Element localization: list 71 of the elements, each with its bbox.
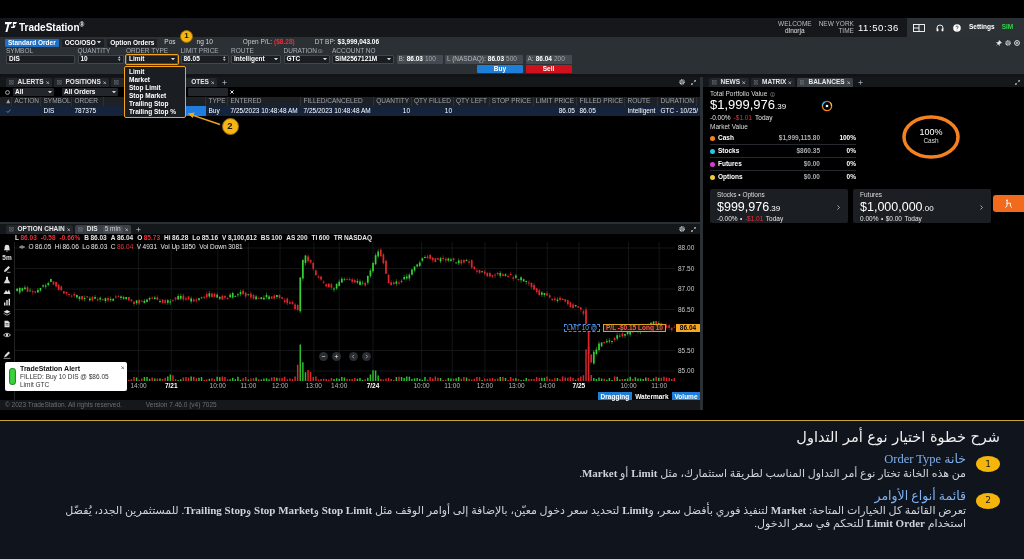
caret-icon[interactable]	[112, 90, 116, 94]
layers-icon[interactable]	[3, 308, 11, 317]
logo-text: TradeStation$^{®}$	[19, 21, 85, 34]
explanation-title: شرح خطوة اختيار نوع أمر التداول	[795, 429, 1000, 446]
zoom-out-button[interactable]	[319, 352, 328, 361]
caret-icon[interactable]	[322, 57, 327, 61]
bell-icon[interactable]	[3, 244, 11, 252]
settings-icon[interactable]	[1005, 39, 1011, 46]
triangle-icon[interactable]	[5, 99, 10, 104]
plus-icon[interactable]	[858, 79, 864, 85]
figure-icon	[1004, 199, 1013, 208]
scroll-left-button[interactable]	[349, 352, 358, 361]
spinner-icon[interactable]	[222, 56, 226, 62]
expand-icon[interactable]	[691, 79, 696, 85]
caret-icon[interactable]	[171, 57, 175, 61]
ring-percent: 100%	[919, 128, 943, 138]
bar-chart-icon[interactable]	[3, 297, 11, 306]
card-value: $999,976.39	[717, 200, 782, 215]
portfolio-value: $1,999,976.39	[710, 98, 787, 113]
step-heading: قائمة أنواع الأوامر	[873, 488, 966, 504]
pencil-icon[interactable]	[3, 264, 11, 273]
help-icon[interactable]	[953, 23, 961, 32]
ring-icon[interactable]	[5, 89, 10, 95]
indicator-icon	[9, 367, 16, 385]
grip-icon[interactable]	[114, 80, 119, 85]
minus-icon	[321, 354, 326, 359]
grip-icon[interactable]	[9, 80, 14, 85]
chevron-right-icon	[364, 354, 369, 359]
chevron-left-icon	[351, 354, 356, 359]
plus-icon	[334, 354, 339, 359]
search-field[interactable]	[188, 88, 228, 96]
ring-icon[interactable]	[1014, 39, 1020, 46]
caret-icon[interactable]	[387, 57, 391, 61]
clear-icon[interactable]	[230, 90, 234, 94]
caret-icon[interactable]	[97, 41, 102, 44]
pin-icon[interactable]	[996, 39, 1002, 46]
zoom-in-button[interactable]	[332, 352, 341, 361]
clock: 11:50:36	[857, 22, 899, 33]
settings-icon[interactable]	[679, 226, 685, 232]
expand-icon[interactable]	[691, 226, 696, 232]
caret-icon[interactable]	[48, 90, 52, 94]
headset-icon[interactable]	[936, 23, 944, 32]
grip-icon[interactable]	[78, 227, 83, 232]
chevron-icon[interactable]	[837, 205, 840, 210]
plus-icon[interactable]	[136, 226, 142, 232]
grip-icon[interactable]	[9, 227, 14, 232]
logo-icon	[5, 22, 17, 33]
grip-icon[interactable]	[712, 80, 717, 85]
grip-icon[interactable]	[57, 80, 62, 85]
step-badge: 1	[976, 456, 1000, 472]
flask-icon[interactable]	[3, 275, 11, 284]
allocation-ring	[902, 114, 960, 159]
settings-icon[interactable]	[679, 79, 685, 85]
close-icon[interactable]	[120, 365, 124, 370]
plus-icon[interactable]	[222, 79, 228, 85]
caret-icon[interactable]	[274, 57, 278, 61]
spinner-icon[interactable]	[117, 56, 121, 62]
expand-icon[interactable]	[1015, 79, 1020, 85]
scroll-right-button[interactable]	[362, 352, 371, 361]
eye-icon[interactable]	[3, 330, 11, 339]
grip-icon[interactable]	[753, 80, 758, 85]
pen-icon[interactable]	[3, 350, 11, 359]
document-icon[interactable]	[3, 319, 11, 328]
grip-icon[interactable]	[799, 80, 805, 85]
card-value: $1,000,000.00	[860, 200, 935, 215]
tick-icon[interactable]	[5, 109, 11, 113]
step-badge: 2	[976, 492, 1000, 509]
donut-icon[interactable]	[821, 99, 833, 112]
chevron-icon[interactable]	[980, 205, 983, 210]
step-heading: خانة Order Type	[883, 452, 966, 467]
layout-icon[interactable]	[913, 23, 925, 32]
